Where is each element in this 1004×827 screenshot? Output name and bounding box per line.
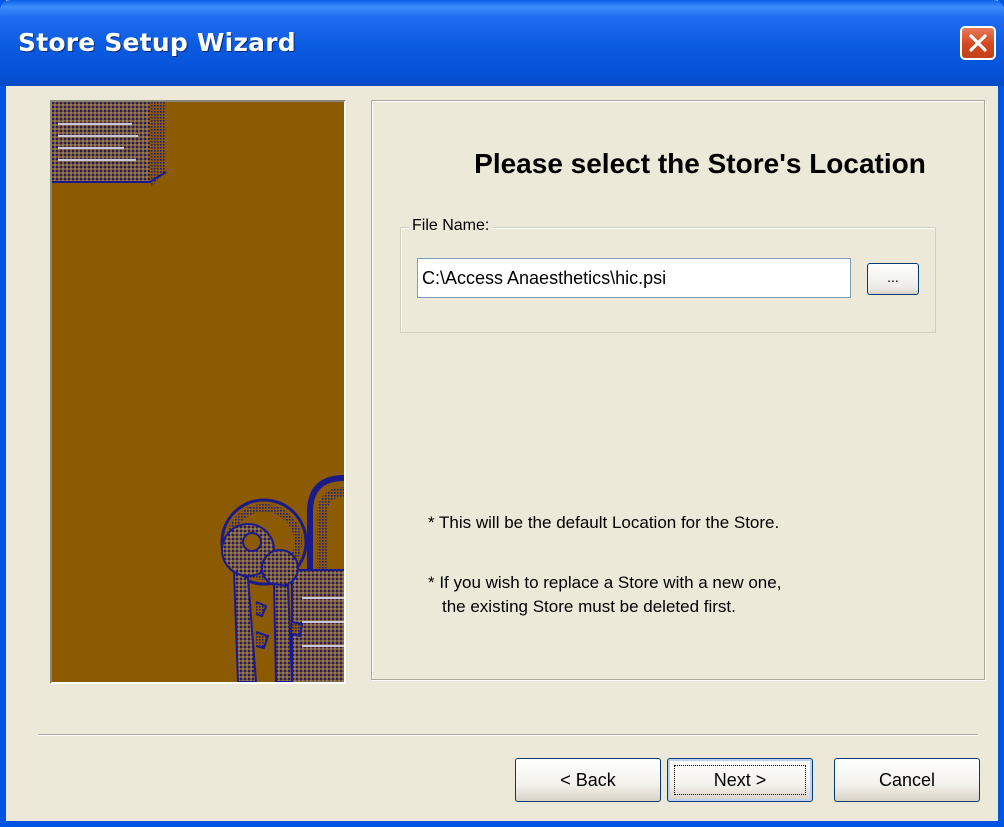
window-title: Store Setup Wizard (18, 28, 296, 57)
page-title: Please select the Store's Location (474, 148, 926, 179)
close-icon (969, 34, 987, 52)
wizard-side-image (50, 100, 346, 684)
replace-store-note: * If you wish to replace a Store with a … (428, 571, 908, 619)
cancel-button[interactable]: Cancel (834, 758, 980, 802)
browse-button[interactable]: ... (867, 263, 919, 295)
close-button[interactable] (960, 26, 996, 60)
title-bar[interactable]: Store Setup Wizard (0, 0, 1004, 86)
file-name-group: File Name: ... (400, 217, 936, 333)
next-button[interactable]: Next > (667, 758, 813, 802)
wizard-window: Store Setup Wizard Please select the Sto… (0, 0, 1004, 827)
file-name-label: File Name: (409, 217, 493, 235)
default-location-note: * This will be the default Location for … (428, 513, 780, 532)
replace-store-note-line1: * If you wish to replace a Store with a … (428, 573, 782, 592)
replace-store-note-line2: the existing Store must be deleted first… (442, 597, 736, 616)
keys-and-padlock-icon (52, 102, 344, 682)
file-name-input[interactable] (417, 258, 851, 298)
footer-separator (38, 734, 978, 736)
content-panel: Please select the Store's Location File … (371, 100, 985, 680)
back-button[interactable]: < Back (515, 758, 661, 802)
focus-ring (674, 765, 806, 795)
